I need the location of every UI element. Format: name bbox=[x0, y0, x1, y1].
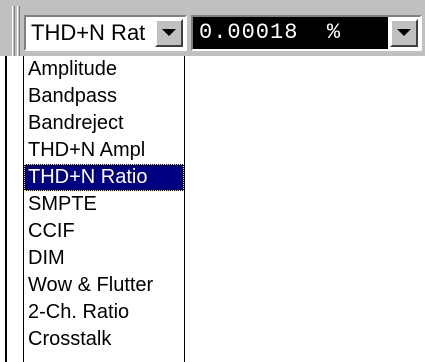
measurement-dropdown-list[interactable]: Amplitude Bandpass Bandreject THD+N Ampl… bbox=[23, 56, 185, 362]
list-item-ccif[interactable]: CCIF bbox=[24, 218, 184, 245]
list-item-crosstalk[interactable]: Crosstalk bbox=[24, 326, 184, 353]
list-item-thdn-ratio[interactable]: THD+N Ratio bbox=[24, 164, 184, 191]
measurement-dropdown-button[interactable] bbox=[155, 19, 183, 47]
reading-value: 0.00018 % bbox=[199, 20, 342, 45]
list-item-dim[interactable]: DIM bbox=[24, 245, 184, 272]
list-item-thdn-ampl[interactable]: THD+N Ampl bbox=[24, 137, 184, 164]
window-edge bbox=[5, 56, 7, 362]
measurement-select[interactable]: THD+N Rat bbox=[24, 15, 187, 51]
reading-select[interactable]: 0.00018 % bbox=[191, 15, 422, 51]
list-item-2ch-ratio[interactable]: 2-Ch. Ratio bbox=[24, 299, 184, 326]
chevron-down-icon bbox=[162, 29, 176, 36]
list-item-bandpass[interactable]: Bandpass bbox=[24, 83, 184, 110]
toolbar-grip[interactable] bbox=[12, 6, 15, 56]
chevron-down-icon bbox=[397, 29, 411, 36]
list-item-amplitude[interactable]: Amplitude bbox=[24, 56, 184, 83]
list-item-wow-flutter[interactable]: Wow & Flutter bbox=[24, 272, 184, 299]
list-item-bandreject[interactable]: Bandreject bbox=[24, 110, 184, 137]
reading-dropdown-button[interactable] bbox=[390, 19, 418, 47]
toolbar-grip-2[interactable] bbox=[17, 6, 20, 56]
list-item-smpte[interactable]: SMPTE bbox=[24, 191, 184, 218]
measurement-select-value: THD+N Rat bbox=[31, 20, 146, 45]
toolbar: THD+N Rat 0.00018 % bbox=[0, 0, 425, 56]
